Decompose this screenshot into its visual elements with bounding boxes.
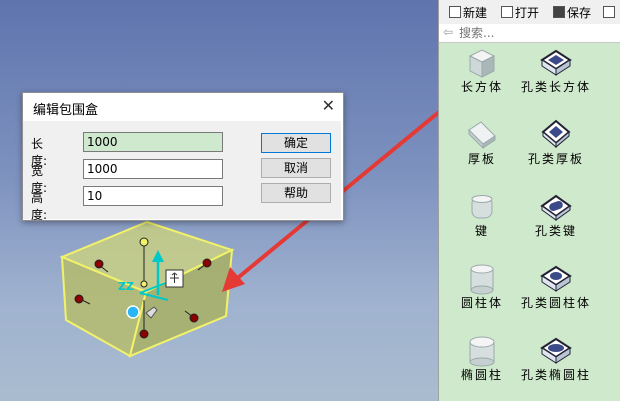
shape-label: 长方体 xyxy=(460,80,503,94)
close-icon[interactable]: ✕ xyxy=(322,96,335,115)
help-button[interactable]: 帮助 xyxy=(261,183,331,203)
back-arrow-icon[interactable]: ⇦ xyxy=(443,25,453,39)
more-icon xyxy=(603,6,615,18)
ok-button[interactable]: 确定 xyxy=(261,133,331,153)
shape-item-key[interactable]: 键 xyxy=(447,190,517,239)
save-disk-icon xyxy=(553,6,565,18)
shape-label: 椭圆柱 xyxy=(460,368,503,382)
shape-label: 孔类圆柱体 xyxy=(521,296,592,310)
open-label: 打开 xyxy=(515,5,540,20)
thick-plate-icon xyxy=(468,121,496,150)
resize-handle[interactable] xyxy=(189,313,199,323)
search-bar: ⇦ xyxy=(439,24,620,43)
hole-key-icon xyxy=(540,194,572,221)
height-label: 高度: xyxy=(31,191,48,222)
shape-label: 孔类椭圆柱 xyxy=(521,368,592,382)
shape-label: 孔类长方体 xyxy=(521,80,592,94)
center-handle[interactable] xyxy=(140,280,148,288)
open-button[interactable]: 打开 xyxy=(501,3,539,21)
new-file-icon xyxy=(449,6,461,18)
shape-item-hole-key[interactable]: 孔类键 xyxy=(521,190,591,239)
shape-label: 孔类键 xyxy=(534,224,577,238)
hole-elliptic-cylinder-icon xyxy=(540,337,572,364)
shape-label: 键 xyxy=(474,224,489,238)
shape-item-thick-plate[interactable]: 厚板 xyxy=(447,118,517,167)
shape-item-elliptic-cylinder[interactable]: 椭圆柱 xyxy=(447,334,517,383)
dialog-body: 长度: 宽度: 高度: 确定 取消 帮助 xyxy=(23,121,341,222)
open-folder-icon xyxy=(501,6,513,18)
dialog-title: 编辑包围盒 xyxy=(33,103,99,118)
cancel-button[interactable]: 取消 xyxy=(261,158,331,178)
save-button[interactable]: 保存 xyxy=(553,3,591,21)
more-button[interactable] xyxy=(603,3,615,21)
edit-bounding-box-dialog: 编辑包围盒 ✕ 长度: 宽度: 高度: 确定 取消 帮助 xyxy=(22,92,344,222)
resize-handle[interactable] xyxy=(94,259,104,269)
cuboid-icon xyxy=(468,49,496,78)
new-button[interactable]: 新建 xyxy=(449,3,487,21)
height-input[interactable] xyxy=(83,186,223,206)
search-input[interactable] xyxy=(459,25,614,41)
rotate-handle-icon[interactable] xyxy=(126,305,140,319)
width-input[interactable] xyxy=(83,159,223,179)
shape-item-hole-thick-plate[interactable]: 孔类厚板 xyxy=(521,118,591,167)
new-label: 新建 xyxy=(463,5,488,20)
shape-label: 孔类厚板 xyxy=(527,152,584,166)
hole-cuboid-icon xyxy=(540,49,572,76)
hole-thick-plate-icon xyxy=(541,119,571,149)
shape-item-hole-elliptic-cylinder[interactable]: 孔类椭圆柱 xyxy=(521,334,591,383)
resize-handle[interactable] xyxy=(139,329,149,339)
hole-cylinder-icon xyxy=(540,265,572,292)
cylinder-icon xyxy=(470,264,494,295)
shape-label: 圆柱体 xyxy=(460,296,503,310)
shape-item-hole-cylinder[interactable]: 孔类圆柱体 xyxy=(521,262,591,311)
length-input[interactable] xyxy=(83,132,223,152)
panel-toolbar: 新建 打开 保存 xyxy=(439,0,620,25)
save-label: 保存 xyxy=(567,5,592,20)
3d-viewport[interactable]: ZZ 编辑包围盒 ✕ 长度: 宽度: 高度: xyxy=(0,0,438,401)
elliptic-cylinder-icon xyxy=(469,336,495,367)
resize-handle[interactable] xyxy=(139,237,149,247)
shape-library-panel: 新建 打开 保存 ⇦ 长方体 孔类长方体 xyxy=(438,0,620,401)
shape-item-hole-cuboid[interactable]: 孔类长方体 xyxy=(521,46,591,95)
shape-item-cylinder[interactable]: 圆柱体 xyxy=(447,262,517,311)
shape-item-cuboid[interactable]: 长方体 xyxy=(447,46,517,95)
axis-label-z: ZZ xyxy=(118,280,134,293)
key-icon xyxy=(471,195,493,219)
shape-label: 厚板 xyxy=(467,152,496,166)
resize-handle[interactable] xyxy=(74,294,84,304)
resize-handle[interactable] xyxy=(202,258,212,268)
